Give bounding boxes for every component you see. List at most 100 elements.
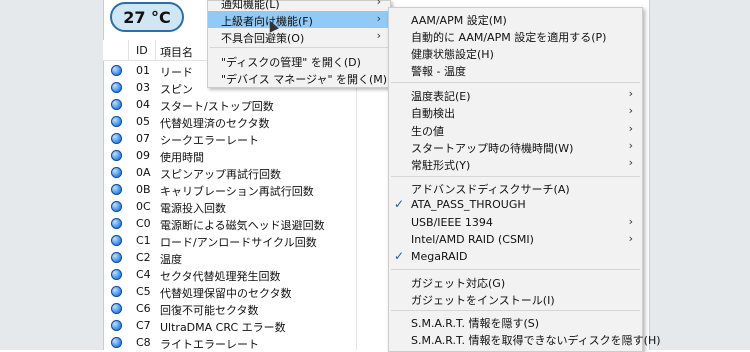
menu-separator (391, 176, 640, 177)
attribute-id: 07 (136, 132, 150, 145)
table-row[interactable]: 05 代替処理済のセクタ数 (103, 113, 393, 130)
status-dot-icon (111, 65, 122, 76)
table-row[interactable]: 04 スタート/ストップ回数 (103, 96, 393, 113)
attribute-id: 05 (136, 115, 150, 128)
menu-item-open-disk-management[interactable]: "ディスクの管理" を開く(D) (208, 52, 390, 69)
menu-item-install-gadget[interactable]: ガジェットをインストール(I) (389, 290, 642, 307)
attribute-id: C2 (136, 251, 151, 264)
menu-item-ata-pass-through[interactable]: ✓ ATA_PASS_THROUGH (389, 196, 642, 213)
menu-item-hide-smart[interactable]: S.M.A.R.T. 情報を隠す(S) (389, 313, 642, 330)
menu-item-gadget-support[interactable]: ガジェット対応(G) (389, 273, 642, 290)
menu-item-workarounds[interactable]: 不具合回避策(O) › (208, 28, 390, 45)
table-row[interactable]: C0 電源断による磁気ヘッド退避回数 (103, 215, 393, 232)
attribute-id: C7 (136, 319, 151, 332)
table-row[interactable]: 0B キャリブレーション再試行回数 (103, 181, 393, 198)
status-dot-icon (111, 337, 122, 348)
column-header-name[interactable]: 項目名 (160, 44, 193, 60)
attribute-name: 回復不可能セクタ数 (160, 304, 259, 317)
menu-item-raw-values[interactable]: 生の値 › (389, 121, 642, 138)
header-divider (155, 40, 156, 60)
column-header-id[interactable]: ID (136, 44, 148, 57)
attribute-id: 09 (136, 149, 150, 162)
menu-separator (391, 310, 640, 311)
checkmark-icon: ✓ (394, 197, 405, 211)
chevron-right-icon: › (628, 87, 633, 100)
menu-item-open-device-manager[interactable]: "デバイス マネージャ" を開く(M) (208, 69, 390, 86)
table-row[interactable]: C5 代替処理保留中のセクタ数 (103, 283, 393, 300)
attribute-name: 温度 (160, 253, 182, 266)
status-dot-icon (111, 116, 122, 127)
menu-item-advanced-disk-search[interactable]: アドバンスドディスクサーチ(A) (389, 179, 642, 196)
header-divider (128, 40, 129, 60)
attribute-id: 04 (136, 98, 150, 111)
attribute-id: C0 (136, 217, 151, 230)
attribute-name: スピンアップ再試行回数 (160, 168, 281, 181)
attribute-name: シークエラーレート (160, 134, 259, 147)
attribute-name: 使用時間 (160, 151, 204, 164)
attribute-id: 03 (136, 81, 150, 94)
temperature-badge[interactable]: 27 °C (110, 2, 184, 32)
attribute-id: C4 (136, 268, 151, 281)
table-row[interactable]: C6 回復不可能セクタ数 (103, 300, 393, 317)
table-row[interactable]: C4 セクタ代替処理発生回数 (103, 266, 393, 283)
attribute-name: スピン (160, 83, 193, 96)
status-dot-icon (111, 269, 122, 280)
menu-item-notifications[interactable]: 通知機能(L) › (208, 0, 390, 11)
table-row[interactable]: C2 温度 (103, 249, 393, 266)
desktop-background-left (0, 0, 103, 350)
status-dot-icon (111, 150, 122, 161)
status-dot-icon (111, 201, 122, 212)
menu-item-hide-no-smart-disks[interactable]: S.M.A.R.T. 情報を取得できないディスクを隠す(H) (389, 330, 661, 347)
menu-item-usb-ieee1394[interactable]: USB/IEEE 1394 › (389, 214, 642, 231)
table-row[interactable]: C7 UltraDMA CRC エラー数 (103, 317, 393, 334)
menu-item-intel-amd-raid[interactable]: Intel/AMD RAID (CSMI) › (389, 231, 642, 248)
menu-separator (391, 82, 640, 83)
table-row[interactable]: 09 使用時間 (103, 147, 393, 164)
attribute-name: UltraDMA CRC エラー数 (160, 321, 286, 334)
attribute-name: スタート/ストップ回数 (160, 100, 274, 113)
status-dot-icon (111, 167, 122, 178)
menu-item-aam-apm[interactable]: AAM/APM 設定(M) (389, 10, 642, 27)
chevron-right-icon: › (376, 0, 381, 8)
status-dot-icon (111, 320, 122, 331)
attribute-id: 01 (136, 64, 150, 77)
menu-item-auto-detect[interactable]: 自動検出 › (389, 103, 642, 120)
attribute-id: C1 (136, 234, 151, 247)
menu-separator (210, 47, 388, 48)
table-row[interactable]: 0C 電源投入回数 (103, 198, 393, 215)
attribute-name: リード (160, 66, 193, 79)
menu-item-alarm-temperature[interactable]: 警報 - 温度 (389, 61, 642, 78)
menu-item-health-settings[interactable]: 健康状態設定(H) (389, 44, 642, 61)
chevron-right-icon: › (628, 232, 633, 245)
menu-item-temperature-unit[interactable]: 温度表記(E) › (389, 86, 642, 103)
desktop-background-right (648, 0, 750, 350)
menu-item-advanced-features[interactable]: 上級者向け機能(F) › (208, 11, 390, 28)
options-menu: 通知機能(L) › 上級者向け機能(F) › 不具合回避策(O) › "ディスクの管理… (207, 0, 391, 88)
status-dot-icon (111, 99, 122, 110)
status-dot-icon (111, 218, 122, 229)
status-dot-icon (111, 184, 122, 195)
status-dot-icon (111, 303, 122, 314)
menu-item-resident-type[interactable]: 常駐形式(Y) › (389, 155, 642, 172)
advanced-features-submenu: AAM/APM 設定(M) 自動的に AAM/APM 設定を適用する(P) 健康… (388, 7, 661, 352)
attribute-id: 0A (136, 166, 151, 179)
table-row[interactable]: C8 ライトエラーレート (103, 334, 393, 351)
chevron-right-icon: › (628, 122, 633, 135)
attribute-name: セクタ代替処理発生回数 (160, 270, 281, 283)
menu-item-megaraid[interactable]: ✓ MegaRAID (389, 248, 642, 265)
menu-item-auto-aam-apm[interactable]: 自動的に AAM/APM 設定を適用する(P) (389, 27, 642, 44)
table-row[interactable]: 0A スピンアップ再試行回数 (103, 164, 393, 181)
table-row[interactable]: 07 シークエラーレート (103, 130, 393, 147)
table-row[interactable]: C1 ロード/アンロードサイクル回数 (103, 232, 393, 249)
attribute-id: 0C (136, 200, 151, 213)
attribute-id: C8 (136, 336, 151, 349)
chevron-right-icon: › (376, 12, 381, 25)
chevron-right-icon: › (628, 139, 633, 152)
attribute-name: 代替処理保留中のセクタ数 (160, 287, 292, 300)
menu-item-startup-wait[interactable]: スタートアップ時の待機時間(W) › (389, 138, 642, 155)
chevron-right-icon: › (628, 156, 633, 169)
status-dot-icon (111, 286, 122, 297)
chevron-right-icon: › (628, 215, 633, 228)
status-dot-icon (111, 133, 122, 144)
chevron-right-icon: › (628, 104, 633, 117)
